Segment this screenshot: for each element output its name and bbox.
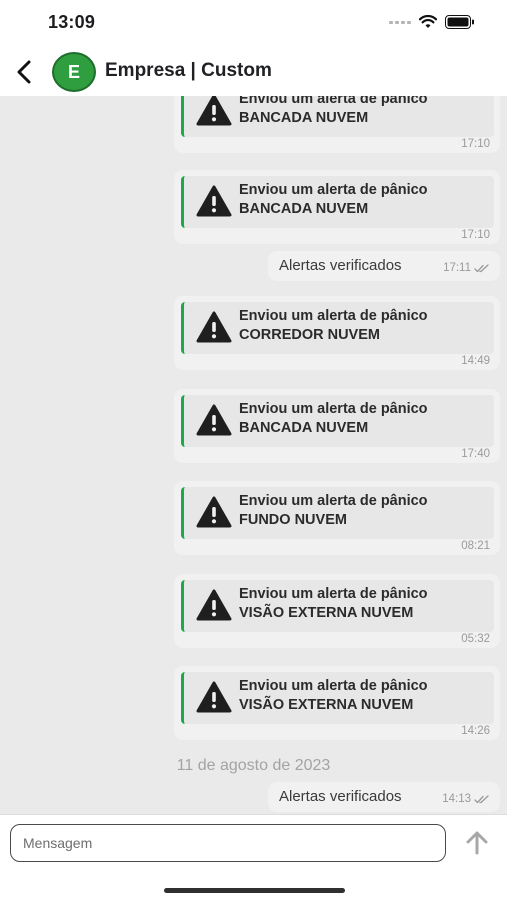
message-meta: 17:11 [443, 262, 490, 274]
alert-location: BANCADA NUVEM [239, 420, 369, 436]
avatar[interactable]: E [52, 52, 96, 92]
panic-alert-message[interactable]: Enviou um alerta de pânico BANCADA NUVEM… [174, 389, 500, 463]
alert-title: Enviou um alerta de pânico [239, 678, 428, 694]
message-time: 14:49 [461, 355, 490, 367]
message-time: 14:13 [442, 793, 471, 805]
chat-header: E Empresa | Custom [0, 48, 507, 96]
alert-title: Enviou um alerta de pânico [239, 96, 428, 107]
message-meta: 14:13 [442, 793, 490, 805]
battery-icon [445, 15, 474, 29]
panic-alert-message[interactable]: Enviou um alerta de pânico BANCADA NUVEM… [174, 170, 500, 244]
alert-location: VISÃO EXTERNA NUVEM [239, 605, 414, 621]
alert-location: CORREDOR NUVEM [239, 327, 380, 343]
back-button[interactable] [8, 56, 40, 88]
message-time: 17:11 [443, 262, 471, 274]
message-input[interactable] [10, 824, 446, 862]
panic-alert-message[interactable]: Enviou um alerta de pânico CORREDOR NUVE… [174, 296, 500, 370]
warning-icon [196, 404, 232, 436]
double-check-icon [474, 794, 489, 803]
home-indicator [164, 888, 345, 893]
double-check-icon [474, 263, 489, 272]
alert-card: Enviou um alerta de pânico BANCADA NUVEM [181, 96, 494, 137]
panic-alert-message[interactable]: Enviou um alerta de pânico FUNDO NUVEM 0… [174, 481, 500, 555]
panic-alert-message[interactable]: Enviou um alerta de pânico VISÃO EXTERNA… [174, 666, 500, 740]
message-time: 14:26 [461, 725, 490, 737]
alert-title: Enviou um alerta de pânico [239, 182, 428, 198]
panic-alert-message[interactable]: Enviou um alerta de pânico BANCADA NUVEM… [174, 96, 500, 153]
warning-icon [196, 589, 232, 621]
text-message[interactable]: Alertas verificados 14:13 [268, 782, 500, 812]
status-time: 13:09 [48, 12, 96, 32]
alert-card: Enviou um alerta de pânico VISÃO EXTERNA… [181, 580, 494, 632]
alert-title: Enviou um alerta de pânico [239, 401, 428, 417]
warning-icon [196, 311, 232, 343]
status-bar: 13:09 [0, 0, 507, 48]
message-text: Alertas verificados [279, 788, 402, 805]
composer-bar [0, 814, 507, 900]
alert-card: Enviou um alerta de pânico CORREDOR NUVE… [181, 302, 494, 354]
panic-alert-message[interactable]: Enviou um alerta de pânico VISÃO EXTERNA… [174, 574, 500, 648]
chat-title[interactable]: Empresa | Custom [105, 60, 272, 82]
message-list[interactable]: Enviou um alerta de pânico BANCADA NUVEM… [0, 96, 507, 814]
alert-location: BANCADA NUVEM [239, 201, 369, 217]
alert-location: FUNDO NUVEM [239, 512, 347, 528]
message-time: 05:32 [461, 633, 490, 645]
warning-icon [196, 496, 232, 528]
signal-icon [389, 20, 411, 24]
alert-card: Enviou um alerta de pânico FUNDO NUVEM [181, 487, 494, 539]
message-time: 08:21 [461, 540, 490, 552]
alert-title: Enviou um alerta de pânico [239, 308, 428, 324]
alert-card: Enviou um alerta de pânico BANCADA NUVEM [181, 395, 494, 447]
message-time: 17:10 [461, 138, 490, 150]
message-text: Alertas verificados [279, 257, 402, 274]
send-button[interactable] [462, 827, 492, 859]
alert-location: VISÃO EXTERNA NUVEM [239, 697, 414, 713]
text-message[interactable]: Alertas verificados 17:11 [268, 251, 500, 281]
warning-icon [196, 185, 232, 217]
alert-card: Enviou um alerta de pânico BANCADA NUVEM [181, 176, 494, 228]
alert-title: Enviou um alerta de pânico [239, 586, 428, 602]
warning-icon [196, 681, 232, 713]
status-icons [389, 15, 475, 29]
warning-icon [196, 96, 232, 126]
wifi-icon [419, 15, 437, 28]
back-chevron-icon [17, 60, 31, 84]
message-time: 17:10 [461, 229, 490, 241]
alert-location: BANCADA NUVEM [239, 110, 369, 126]
alert-card: Enviou um alerta de pânico VISÃO EXTERNA… [181, 672, 494, 724]
date-separator: 11 de agosto de 2023 [176, 757, 331, 774]
alert-title: Enviou um alerta de pânico [239, 493, 428, 509]
message-time: 17:40 [461, 448, 490, 460]
send-arrow-icon [466, 831, 488, 855]
